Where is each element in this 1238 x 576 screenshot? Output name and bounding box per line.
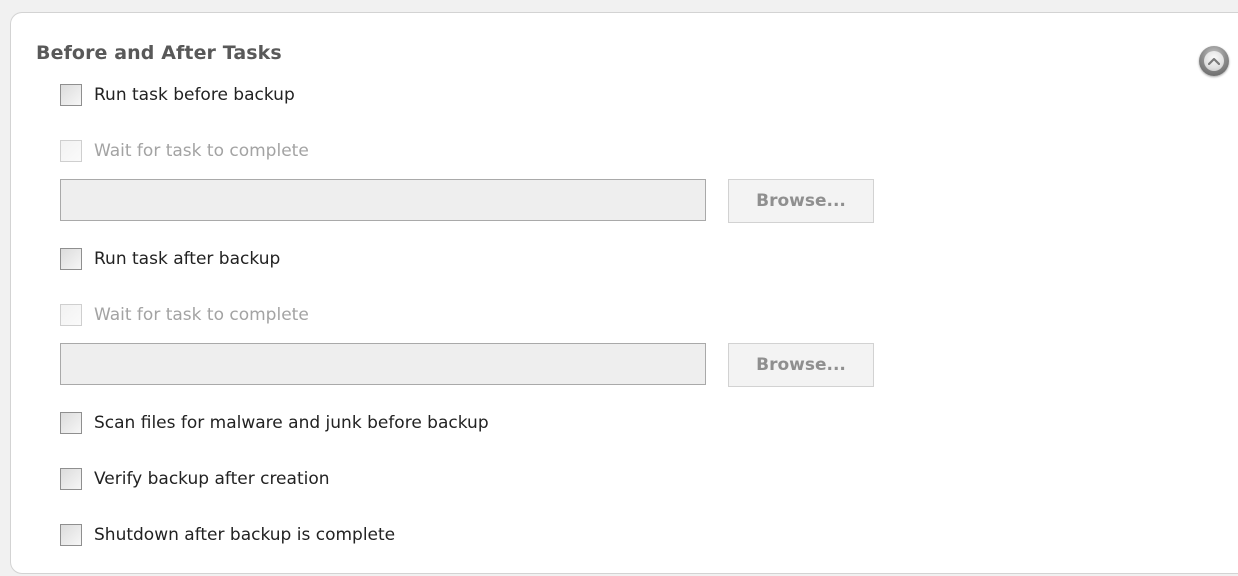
run-after-label: Run task after backup	[94, 249, 281, 269]
collapse-button[interactable]	[1199, 46, 1229, 76]
section-title: Before and After Tasks	[36, 42, 282, 64]
shutdown-label: Shutdown after backup is complete	[94, 525, 396, 545]
run-before-option[interactable]: Run task before backup	[60, 84, 295, 106]
chevron-up-icon	[1204, 51, 1224, 71]
wait-before-checkbox	[60, 140, 82, 162]
run-before-checkbox[interactable]	[60, 84, 82, 106]
run-after-option[interactable]: Run task after backup	[60, 248, 280, 270]
wait-after-label: Wait for task to complete	[94, 305, 309, 325]
scan-files-label: Scan files for malware and junk before b…	[94, 413, 489, 433]
verify-backup-checkbox[interactable]	[60, 468, 82, 490]
before-after-tasks-panel: Before and After Tasks Run task before b…	[10, 12, 1238, 574]
shutdown-checkbox[interactable]	[60, 524, 82, 546]
shutdown-option[interactable]: Shutdown after backup is complete	[60, 524, 395, 546]
run-after-checkbox[interactable]	[60, 248, 82, 270]
verify-backup-option[interactable]: Verify backup after creation	[60, 468, 330, 490]
scan-files-option[interactable]: Scan files for malware and junk before b…	[60, 412, 489, 434]
run-before-label: Run task before backup	[94, 85, 295, 105]
wait-after-checkbox	[60, 304, 82, 326]
after-task-path-field	[60, 343, 706, 385]
browse-before-button: Browse...	[728, 179, 874, 223]
scan-files-checkbox[interactable]	[60, 412, 82, 434]
verify-backup-label: Verify backup after creation	[94, 469, 330, 489]
wait-before-label: Wait for task to complete	[94, 141, 309, 161]
before-task-path-field	[60, 179, 706, 221]
browse-after-button: Browse...	[728, 343, 874, 387]
wait-before-option: Wait for task to complete	[60, 140, 309, 162]
wait-after-option: Wait for task to complete	[60, 304, 309, 326]
